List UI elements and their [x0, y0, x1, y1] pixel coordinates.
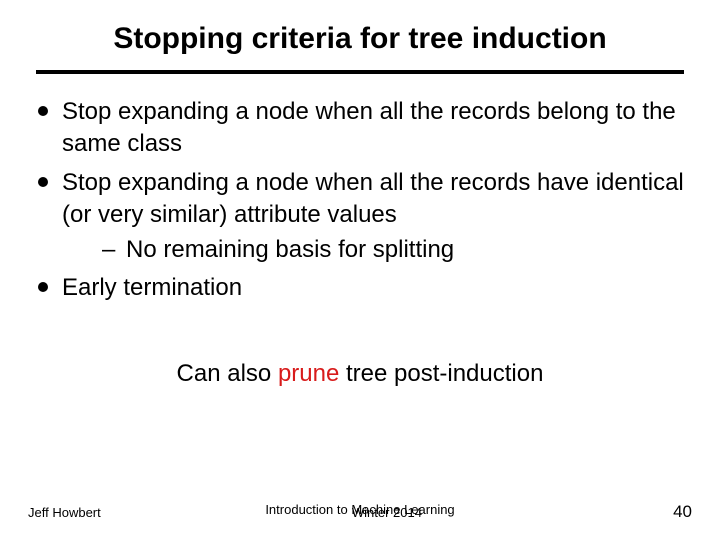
sub-list: No remaining basis for splitting [62, 234, 684, 266]
bullet-icon [38, 282, 48, 292]
sub-item: No remaining basis for splitting [102, 234, 684, 266]
slide-body: Stop expanding a node when all the recor… [36, 96, 684, 391]
note-highlight: prune [278, 360, 339, 387]
slide: Stopping criteria for tree induction Sto… [0, 0, 720, 540]
note-line: Can also prune tree post-induction [36, 358, 684, 390]
bullet-item: Early termination [36, 272, 684, 304]
slide-title: Stopping criteria for tree induction [36, 22, 684, 56]
bullet-icon [38, 106, 48, 116]
bullet-item: Stop expanding a node when all the recor… [36, 96, 684, 161]
bullet-text: Stop expanding a node when all the recor… [62, 169, 684, 228]
bullet-list: Stop expanding a node when all the recor… [36, 96, 684, 304]
bullet-icon [38, 177, 48, 187]
footer: Jeff Howbert Introduction to Machine Lea… [0, 502, 720, 522]
title-rule [36, 70, 684, 74]
bullet-text: Early termination [62, 274, 242, 301]
bullet-item: Stop expanding a node when all the recor… [36, 167, 684, 266]
footer-page: 40 [673, 502, 692, 522]
footer-center: Introduction to Machine Learning [265, 502, 454, 517]
note-pre: Can also [177, 360, 278, 387]
bullet-text: Stop expanding a node when all the recor… [62, 98, 676, 157]
note-post: tree post-induction [339, 360, 543, 387]
footer-left: Jeff Howbert [28, 505, 101, 520]
